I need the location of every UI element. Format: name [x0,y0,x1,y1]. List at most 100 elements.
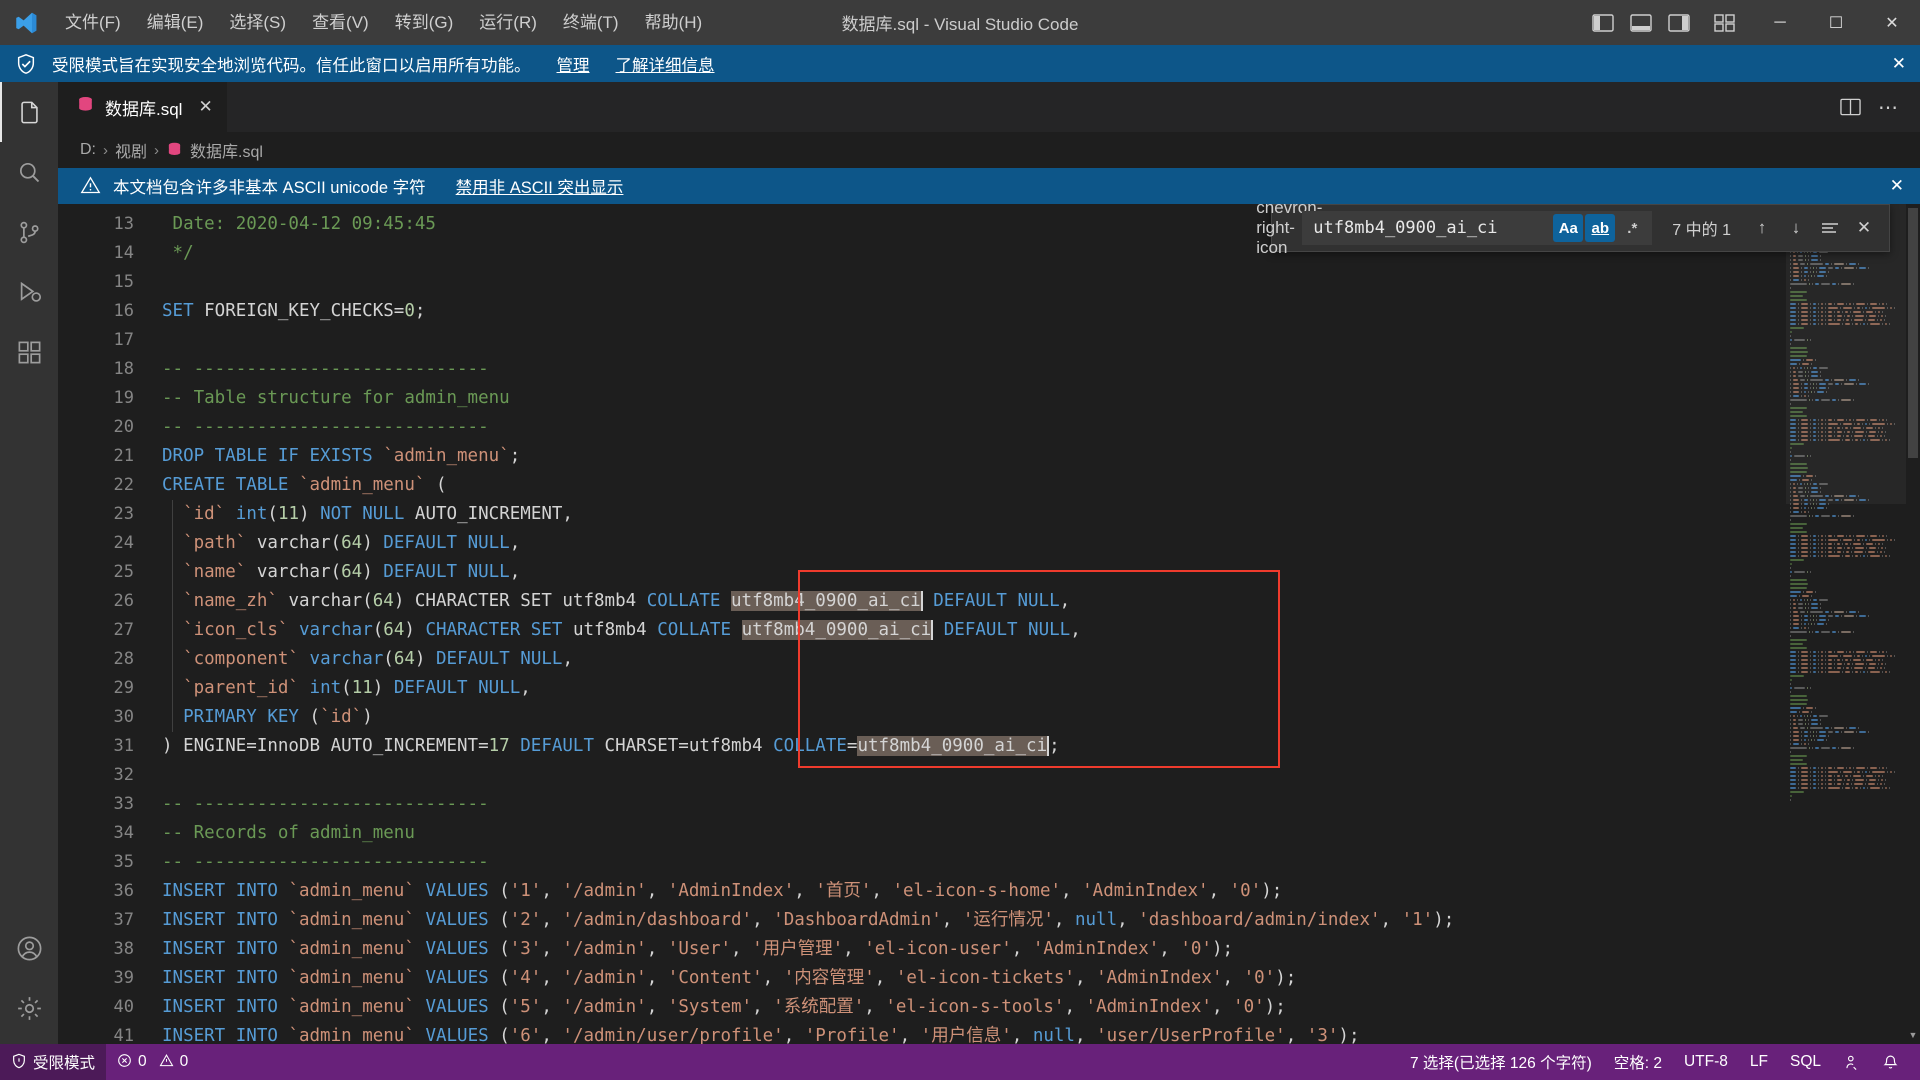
code-line[interactable]: `parent_id` int(11) DEFAULT NULL, [150,674,1786,703]
code-line[interactable]: DROP TABLE IF EXISTS `admin_menu`; [150,442,1786,471]
regex-toggle[interactable]: .* [1617,214,1647,242]
match-case-toggle[interactable]: Aa [1553,214,1583,242]
status-language-mode[interactable]: SQL [1779,1044,1832,1080]
code-line[interactable]: -- Records of admin_menu [150,819,1786,848]
sidebar-item-explorer[interactable] [0,82,58,142]
status-restricted-mode[interactable]: 受限模式 [0,1044,106,1080]
find-next-button[interactable]: ↓ [1779,211,1813,245]
customize-layout-icon[interactable] [1708,4,1742,42]
code-editor[interactable]: 1314151617181920212223242526272829303132… [58,204,1920,1044]
code-line[interactable]: `name_zh` varchar(64) CHARACTER SET utf8… [150,587,1786,616]
code-line[interactable]: INSERT INTO `admin_menu` VALUES ('1', '/… [150,877,1786,906]
find-close-button[interactable]: ✕ [1847,211,1881,245]
code-line[interactable]: PRIMARY KEY (`id`) [150,703,1786,732]
status-problems[interactable]: 0 0 [106,1044,199,1080]
code-line[interactable]: INSERT INTO `admin_menu` VALUES ('4', '/… [150,964,1786,993]
find-widget[interactable]: chevron-right-icon Aa ab .* 7 中的 1 ↑ ↓ ✕ [1271,204,1890,252]
menu-help[interactable]: 帮助(H) [632,0,716,45]
editor-scrollbar-thumb[interactable] [1908,208,1918,458]
code-line[interactable]: -- Table structure for admin_menu [150,384,1786,413]
search-input[interactable] [1313,218,1551,238]
minimap-segment [1870,651,1877,654]
code-line[interactable]: -- ---------------------------- [150,790,1786,819]
code-line[interactable]: -- ---------------------------- [150,355,1786,384]
minimap-segment [1854,655,1855,658]
scroll-down-arrow-icon[interactable]: ▼ [1906,1028,1920,1042]
code-line[interactable]: INSERT INTO `admin_menu` VALUES ('2', '/… [150,906,1786,935]
code-line[interactable]: `component` varchar(64) DEFAULT NULL, [150,645,1786,674]
window-close-button[interactable]: ✕ [1864,0,1920,45]
code-line[interactable]: INSERT INTO `admin_menu` VALUES ('5', '/… [150,993,1786,1022]
minimap-segment [1810,671,1811,674]
editor-scrollbar[interactable]: ▲ ▼ [1906,204,1920,1044]
code-line[interactable] [150,761,1786,790]
whole-word-toggle[interactable]: ab [1585,214,1615,242]
status-indentation[interactable]: 空格: 2 [1603,1044,1673,1080]
minimap-segment [1790,667,1796,670]
code-line[interactable] [150,268,1786,297]
code-line[interactable]: `icon_cls` varchar(64) CHARACTER SET utf… [150,616,1786,645]
bell-icon[interactable] [1871,1044,1910,1080]
sidebar-item-accounts[interactable] [0,918,58,978]
status-selection-info[interactable]: 7 选择(已选择 126 个字符) [1399,1044,1603,1080]
split-editor-icon[interactable] [1834,90,1866,124]
sidebar-item-extensions[interactable] [0,322,58,382]
sidebar-item-source-control[interactable] [0,202,58,262]
code-line[interactable]: INSERT INTO `admin_menu` VALUES ('6', '/… [150,1022,1786,1044]
code-line[interactable]: SET FOREIGN_KEY_CHECKS=0; [150,297,1786,326]
code-line[interactable]: INSERT INTO `admin_menu` VALUES ('3', '/… [150,935,1786,964]
editor-tab-close-icon[interactable]: ✕ [198,97,212,117]
code-line[interactable]: `name` varchar(64) DEFAULT NULL, [150,558,1786,587]
code-line[interactable] [150,326,1786,355]
toggle-secondary-sidebar-icon[interactable] [1662,4,1696,42]
feedback-icon[interactable] [1832,1044,1871,1080]
trust-banner-close-icon[interactable]: ✕ [1892,54,1906,74]
menu-file[interactable]: 文件(F) [52,0,134,45]
minimap[interactable] [1786,204,1906,1044]
sidebar-item-search[interactable] [0,142,58,202]
minimap-segment [1890,539,1892,542]
sidebar-item-run-debug[interactable] [0,262,58,322]
breadcrumb-item-folder[interactable]: 视剧 [115,138,147,162]
ascii-disable-link[interactable]: 禁用非 ASCII 突出显示 [456,174,624,198]
toggle-panel-icon[interactable] [1624,4,1658,42]
code-line[interactable]: `path` varchar(64) DEFAULT NULL, [150,529,1786,558]
minimap-segment [1815,591,1816,594]
more-actions-icon[interactable]: ⋯ [1872,90,1904,124]
minimap-segment [1813,783,1816,786]
minimap-segment [1798,719,1803,722]
editor-tab-database-sql[interactable]: 数据库.sql ✕ [58,82,228,132]
menu-terminal[interactable]: 终端(T) [550,0,632,45]
menu-run[interactable]: 运行(R) [466,0,550,45]
code-line[interactable]: `id` int(11) NOT NULL AUTO_INCREMENT, [150,500,1786,529]
status-eol[interactable]: LF [1739,1044,1779,1080]
toggle-replace-chevron-right-icon[interactable]: chevron-right-icon [1276,208,1302,248]
minimap-segment [1825,651,1826,654]
trust-learn-more-link[interactable]: 了解详细信息 [616,52,715,76]
status-encoding[interactable]: UTF-8 [1673,1044,1739,1080]
code-line[interactable]: -- ---------------------------- [150,413,1786,442]
code-content[interactable]: Date: 2020-04-12 09:45:45 */SET FOREIGN_… [150,204,1786,1044]
menu-go[interactable]: 转到(G) [382,0,467,45]
find-input-wrapper[interactable]: Aa ab .* [1302,211,1652,245]
menu-selection[interactable]: 选择(S) [216,0,299,45]
ascii-banner-close-icon[interactable]: ✕ [1890,176,1904,196]
find-previous-button[interactable]: ↑ [1745,211,1779,245]
find-in-selection-icon[interactable] [1813,211,1847,245]
code-line[interactable]: ) ENGINE=InnoDB AUTO_INCREMENT=17 DEFAUL… [150,732,1786,761]
minimap-segment [1790,523,1807,526]
trust-manage-link[interactable]: 管理 [557,52,590,76]
window-maximize-button[interactable]: ☐ [1808,0,1864,45]
breadcrumb-item-drive[interactable]: D: [80,141,96,159]
code-line[interactable]: CREATE TABLE `admin_menu` ( [150,471,1786,500]
menu-view[interactable]: 查看(V) [299,0,382,45]
sidebar-item-settings[interactable] [0,978,58,1038]
code-line[interactable]: -- ---------------------------- [150,848,1786,877]
menu-edit[interactable]: 编辑(E) [134,0,217,45]
trust-banner-message: 受限模式旨在实现安全地浏览代码。信任此窗口以启用所有功能。 [52,52,531,76]
window-minimize-button[interactable]: ─ [1752,0,1808,45]
minimap-segment [1889,787,1890,790]
toggle-primary-sidebar-icon[interactable] [1586,4,1620,42]
breadcrumb-item-file[interactable]: 数据库.sql [166,138,263,162]
minimap-segment [1889,671,1890,674]
